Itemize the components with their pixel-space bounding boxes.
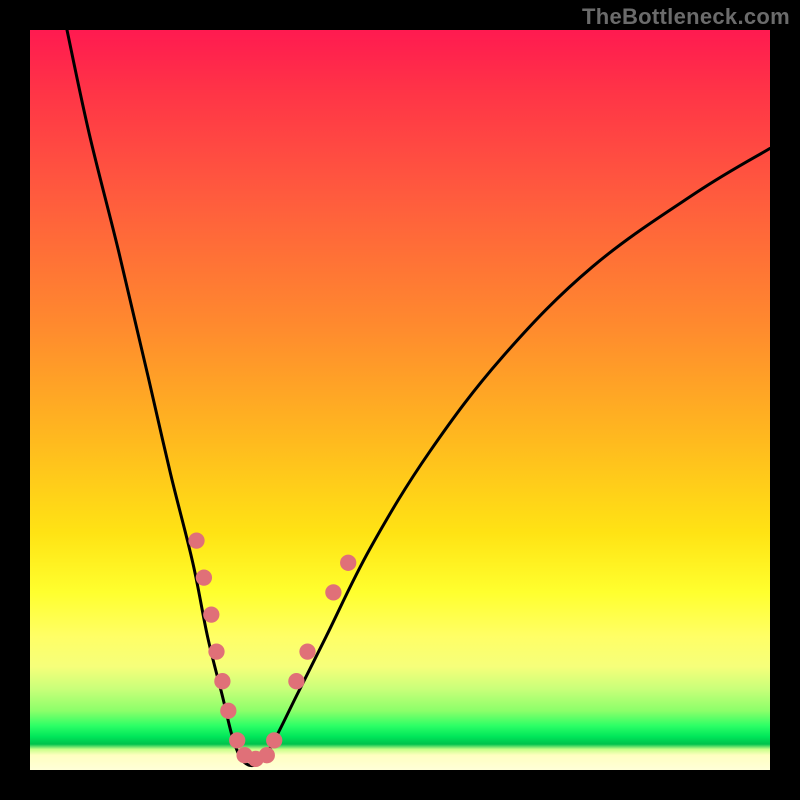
data-marker bbox=[203, 606, 219, 622]
bottleneck-curve bbox=[67, 30, 770, 766]
data-marker bbox=[196, 569, 212, 585]
data-marker bbox=[340, 555, 356, 571]
data-marker bbox=[188, 532, 204, 548]
data-markers bbox=[188, 532, 356, 767]
data-marker bbox=[299, 643, 315, 659]
data-marker bbox=[266, 732, 282, 748]
watermark-text: TheBottleneck.com bbox=[582, 4, 790, 30]
data-marker bbox=[214, 673, 230, 689]
chart-stage: TheBottleneck.com bbox=[0, 0, 800, 800]
data-marker bbox=[229, 732, 245, 748]
data-marker bbox=[220, 703, 236, 719]
data-marker bbox=[325, 584, 341, 600]
plot-area bbox=[30, 30, 770, 770]
data-marker bbox=[208, 643, 224, 659]
data-marker bbox=[259, 747, 275, 763]
data-marker bbox=[288, 673, 304, 689]
chart-svg bbox=[30, 30, 770, 770]
